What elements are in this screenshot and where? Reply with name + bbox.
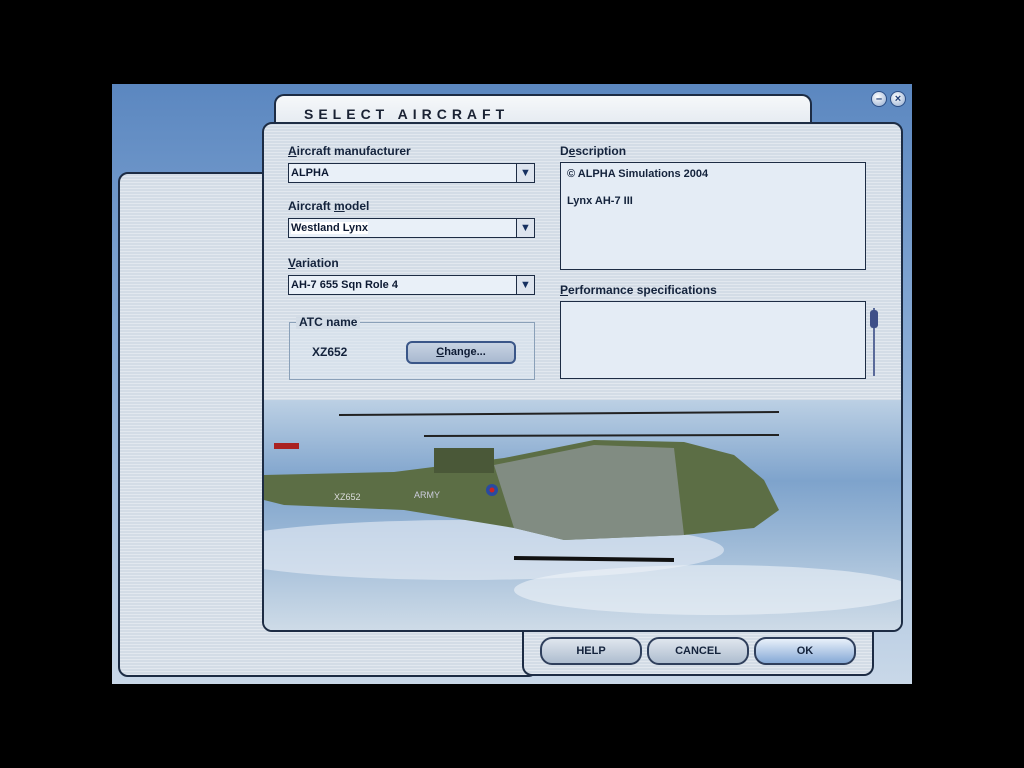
scroll-thumb[interactable] [870, 310, 878, 328]
model-value: Westland Lynx [291, 222, 369, 234]
chevron-down-icon[interactable]: ▼ [516, 276, 534, 294]
description-box: © ALPHA Simulations 2004 Lynx AH-7 III [560, 162, 866, 270]
manufacturer-value: ALPHA [291, 167, 329, 179]
atc-name-group: ATC name XZ652 Change... [289, 315, 535, 380]
atc-legend: ATC name [296, 315, 361, 329]
model-label: Aircraft model [288, 199, 370, 213]
description-line: © ALPHA Simulations 2004 [567, 168, 709, 180]
cancel-button[interactable]: CANCEL [647, 637, 749, 665]
performance-label: Performance specifications [560, 283, 717, 297]
description-line: Lynx AH-7 III [567, 195, 633, 207]
chevron-down-icon[interactable]: ▼ [516, 164, 534, 182]
performance-box [560, 301, 866, 379]
window-title: SELECT AIRCRAFT [304, 106, 510, 122]
button-bar: HELP CANCEL OK [522, 632, 874, 676]
variation-dropdown[interactable]: AH-7 655 Sqn Role 4 ▼ [288, 275, 535, 295]
description-label: Description [560, 144, 627, 158]
helicopter-image: XZ652 ARMY [264, 411, 901, 615]
ok-button[interactable]: OK [754, 637, 856, 665]
minimize-icon[interactable]: – [871, 91, 887, 107]
screen: SELECT AIRCRAFT – × Aircraft manufacture… [112, 84, 912, 684]
model-dropdown[interactable]: Westland Lynx ▼ [288, 218, 535, 238]
main-panel: Aircraft manufacturer ALPHA ▼ Aircraft mo… [262, 122, 903, 632]
aircraft-preview: XZ652 ARMY [264, 400, 901, 630]
aircraft-text: ARMY [414, 490, 440, 500]
close-icon[interactable]: × [890, 91, 906, 107]
atc-value: XZ652 [312, 345, 348, 359]
variation-value: AH-7 655 Sqn Role 4 [291, 279, 398, 291]
variation-label: Variation [288, 256, 339, 270]
change-button[interactable]: Change... [406, 341, 516, 364]
help-button[interactable]: HELP [540, 637, 642, 665]
aircraft-marking: XZ652 [334, 492, 361, 502]
performance-scrollbar[interactable] [870, 304, 878, 380]
manufacturer-dropdown[interactable]: ALPHA ▼ [288, 163, 535, 183]
manufacturer-label: Aircraft manufacturer [288, 144, 411, 158]
chevron-down-icon[interactable]: ▼ [516, 219, 534, 237]
